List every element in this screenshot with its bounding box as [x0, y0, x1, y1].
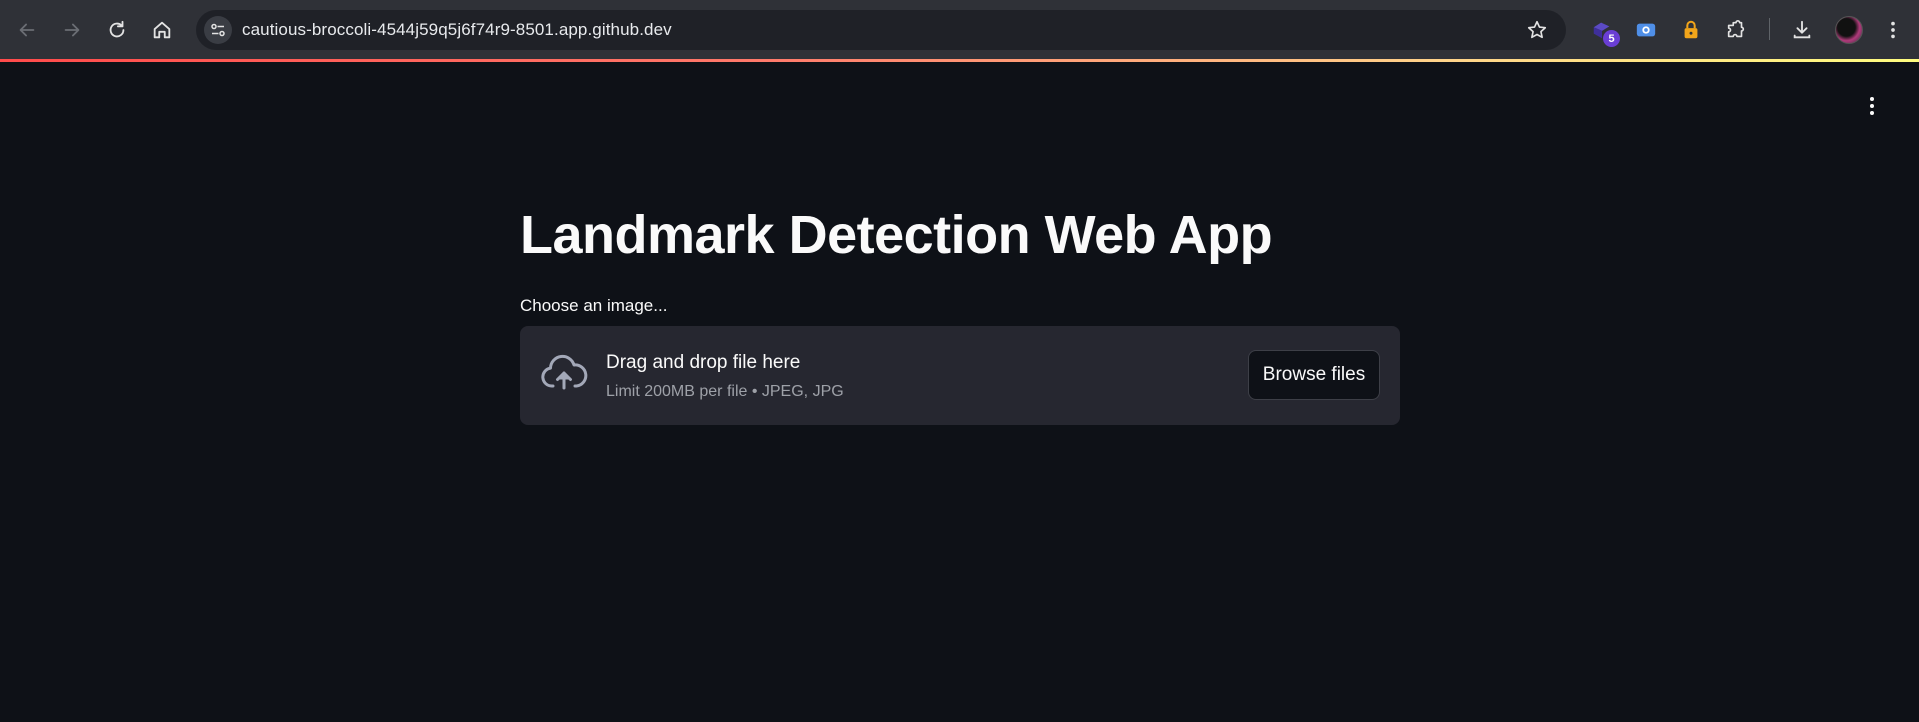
- app-decoration-bar: [0, 59, 1919, 62]
- extension-badge: 5: [1603, 30, 1620, 47]
- browse-files-button[interactable]: Browse files: [1248, 350, 1380, 400]
- extensions-button[interactable]: [1722, 16, 1750, 44]
- menu-dot: [1870, 111, 1874, 115]
- address-bar[interactable]: cautious-broccoli-4544j59q5j6f74r9-8501.…: [196, 10, 1566, 50]
- home-button[interactable]: [144, 12, 180, 48]
- lock-icon: [1684, 20, 1698, 39]
- site-info-button[interactable]: [204, 16, 232, 44]
- page-title: Landmark Detection Web App: [520, 205, 1273, 265]
- reload-button[interactable]: [99, 12, 135, 48]
- browser-toolbar: cautious-broccoli-4544j59q5j6f74r9-8501.…: [0, 0, 1919, 59]
- puzzle-icon: [1727, 20, 1745, 38]
- tune-icon: [211, 23, 225, 37]
- menu-dot: [1870, 97, 1874, 101]
- dropzone-limit-text: Limit 200MB per file • JPEG, JPG: [606, 383, 844, 400]
- profile-avatar[interactable]: [1835, 16, 1863, 44]
- browser-menu-button[interactable]: [1879, 16, 1907, 44]
- vertical-dots-icon: [1891, 21, 1895, 39]
- back-button[interactable]: [9, 12, 45, 48]
- reload-icon: [109, 20, 125, 38]
- screen-capture-extension[interactable]: [1632, 16, 1660, 44]
- extension-button[interactable]: 5: [1588, 16, 1620, 47]
- arrow-left-icon: [19, 23, 35, 37]
- password-extension[interactable]: [1677, 16, 1705, 44]
- download-icon: [1793, 20, 1811, 39]
- forward-button[interactable]: [54, 12, 90, 48]
- home-icon: [153, 21, 171, 39]
- star-icon[interactable]: [1526, 19, 1548, 41]
- cloud-upload-icon: [541, 354, 588, 390]
- screen-capture-icon: [1636, 23, 1656, 37]
- arrow-right-icon: [64, 23, 80, 37]
- app-main-menu-button[interactable]: [1862, 92, 1882, 120]
- file-dropzone[interactable]: Drag and drop file here Limit 200MB per …: [520, 326, 1400, 425]
- dropzone-title: Drag and drop file here: [606, 352, 801, 373]
- downloads-button[interactable]: [1788, 16, 1816, 44]
- menu-dot: [1870, 104, 1874, 108]
- file-uploader-label: Choose an image...: [520, 296, 668, 315]
- url-text[interactable]: cautious-broccoli-4544j59q5j6f74r9-8501.…: [242, 20, 672, 40]
- toolbar-divider: [1769, 18, 1770, 40]
